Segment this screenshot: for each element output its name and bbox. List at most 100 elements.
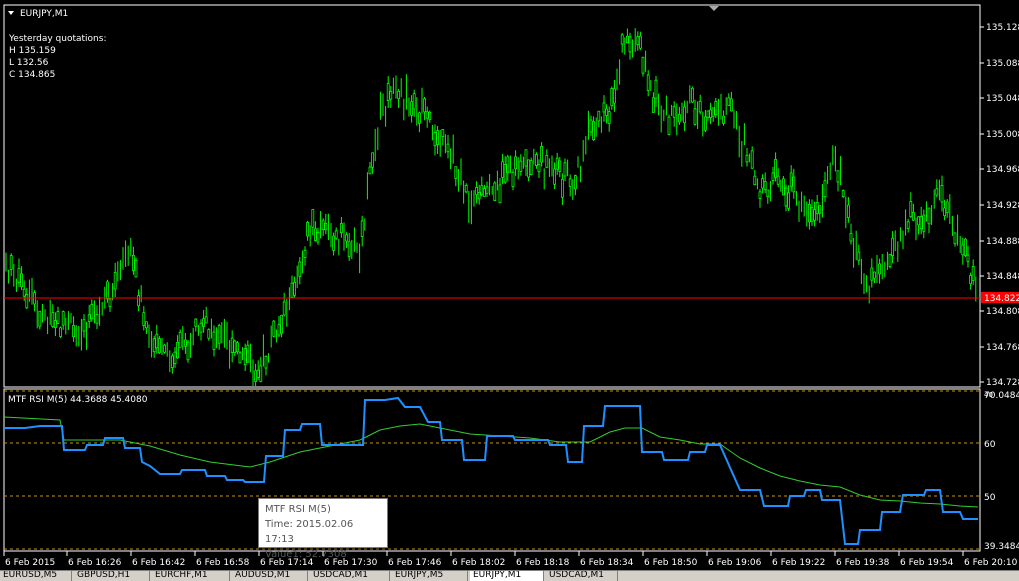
candle-body bbox=[537, 163, 541, 173]
candle-body bbox=[808, 204, 811, 223]
candle-body bbox=[605, 108, 608, 117]
candle-body bbox=[763, 181, 767, 190]
candle-body bbox=[514, 156, 517, 170]
candle-body bbox=[233, 340, 237, 354]
candle-body bbox=[776, 175, 780, 185]
candle-body bbox=[334, 230, 338, 239]
candle-body bbox=[238, 352, 242, 364]
candle-body bbox=[293, 281, 297, 296]
candle-body bbox=[722, 115, 725, 124]
candle-body bbox=[709, 109, 712, 118]
candle-body bbox=[235, 342, 239, 352]
candle-body bbox=[108, 298, 112, 307]
candle-body bbox=[698, 100, 702, 113]
candle-body bbox=[527, 159, 530, 178]
candle-body bbox=[667, 116, 671, 135]
candle-body bbox=[280, 315, 284, 334]
tooltip-name: MTF RSI M(5) bbox=[265, 504, 331, 515]
candle-body bbox=[706, 110, 710, 118]
price-panel[interactable] bbox=[3, 4, 981, 388]
candle-body bbox=[72, 324, 75, 338]
candle-body bbox=[485, 186, 489, 194]
candle-body bbox=[641, 56, 645, 74]
candle-body bbox=[672, 106, 676, 118]
candle-body bbox=[464, 185, 468, 193]
candle-body bbox=[371, 152, 375, 168]
price-axis-label: 135.088 bbox=[986, 59, 1019, 69]
time-axis-label: 6 Feb 20:10 bbox=[964, 558, 1018, 568]
candle-body bbox=[693, 108, 697, 125]
candle-body bbox=[503, 164, 507, 183]
candle-body bbox=[758, 191, 762, 199]
price-axis-label: 134.808 bbox=[986, 307, 1019, 317]
candle-body bbox=[917, 216, 920, 226]
indicator-panel[interactable] bbox=[3, 388, 981, 552]
price-axis-label: 134.888 bbox=[986, 237, 1019, 247]
candle-body bbox=[277, 324, 281, 336]
quote-low: L 132.56 bbox=[9, 58, 49, 68]
candle-body bbox=[9, 255, 13, 270]
chart-canvas[interactable]: EURJPY,M1 Yesterday quotations: H 135.15… bbox=[0, 0, 1019, 580]
candle-body bbox=[137, 295, 141, 307]
candle-body bbox=[163, 344, 167, 353]
candle-body bbox=[313, 228, 317, 241]
candle-body bbox=[771, 172, 775, 181]
candle-body bbox=[919, 216, 923, 230]
candle-body bbox=[870, 267, 874, 281]
candle-body bbox=[704, 116, 707, 131]
candle-body bbox=[511, 171, 515, 188]
candle-body bbox=[433, 132, 437, 147]
candle-body bbox=[969, 275, 972, 285]
candle-body bbox=[256, 369, 260, 378]
candle-body bbox=[425, 111, 429, 119]
candle-body bbox=[134, 259, 138, 278]
candle-body bbox=[909, 201, 913, 218]
candle-body bbox=[849, 232, 853, 242]
candle-body bbox=[714, 101, 718, 116]
candle-body bbox=[264, 355, 268, 369]
candle-body bbox=[524, 149, 528, 167]
candle-body bbox=[25, 294, 29, 309]
candle-body bbox=[678, 114, 681, 123]
candle-body bbox=[303, 249, 307, 258]
candle-body bbox=[321, 220, 325, 231]
quote-high: H 135.159 bbox=[9, 46, 56, 56]
candle-body bbox=[558, 160, 562, 172]
candle-body bbox=[61, 311, 65, 326]
candle-body bbox=[654, 79, 658, 99]
time-axis-label: 6 Feb 16:26 bbox=[68, 558, 122, 568]
candle-body bbox=[766, 189, 770, 198]
candle-body bbox=[626, 35, 629, 44]
candle-body bbox=[810, 207, 814, 223]
candle-body bbox=[170, 355, 174, 368]
candle-body bbox=[935, 188, 939, 196]
candle-body bbox=[144, 321, 148, 329]
candle-body bbox=[691, 87, 694, 103]
candle-body bbox=[792, 176, 796, 193]
time-axis-label: 6 Feb 19:06 bbox=[708, 558, 762, 568]
candle-body bbox=[628, 36, 632, 53]
candle-body bbox=[878, 263, 881, 275]
candle-body bbox=[446, 143, 450, 153]
candle-body bbox=[332, 235, 336, 251]
candle-body bbox=[945, 201, 949, 214]
candle-body bbox=[912, 212, 915, 221]
candle-body bbox=[482, 188, 486, 197]
candle-body bbox=[966, 254, 970, 262]
candle-body bbox=[17, 267, 21, 283]
candle-body bbox=[555, 157, 559, 170]
quote-close: C 134.865 bbox=[9, 70, 55, 80]
candle-body bbox=[316, 232, 320, 243]
candle-body bbox=[836, 170, 840, 183]
candle-body bbox=[82, 319, 86, 332]
candle-body bbox=[347, 241, 351, 258]
candle-body bbox=[943, 207, 946, 217]
time-axis-label: 6 Feb 19:38 bbox=[836, 558, 890, 568]
tooltip-time: Time: 2015.02.06 17:13 bbox=[265, 519, 354, 545]
price-axis-label: 134.728 bbox=[986, 378, 1019, 388]
candle-body bbox=[51, 312, 55, 327]
time-axis-label: 6 Feb 18:50 bbox=[644, 558, 698, 568]
candle-body bbox=[498, 184, 502, 204]
candle-body bbox=[212, 331, 216, 350]
candle-body bbox=[480, 185, 484, 196]
